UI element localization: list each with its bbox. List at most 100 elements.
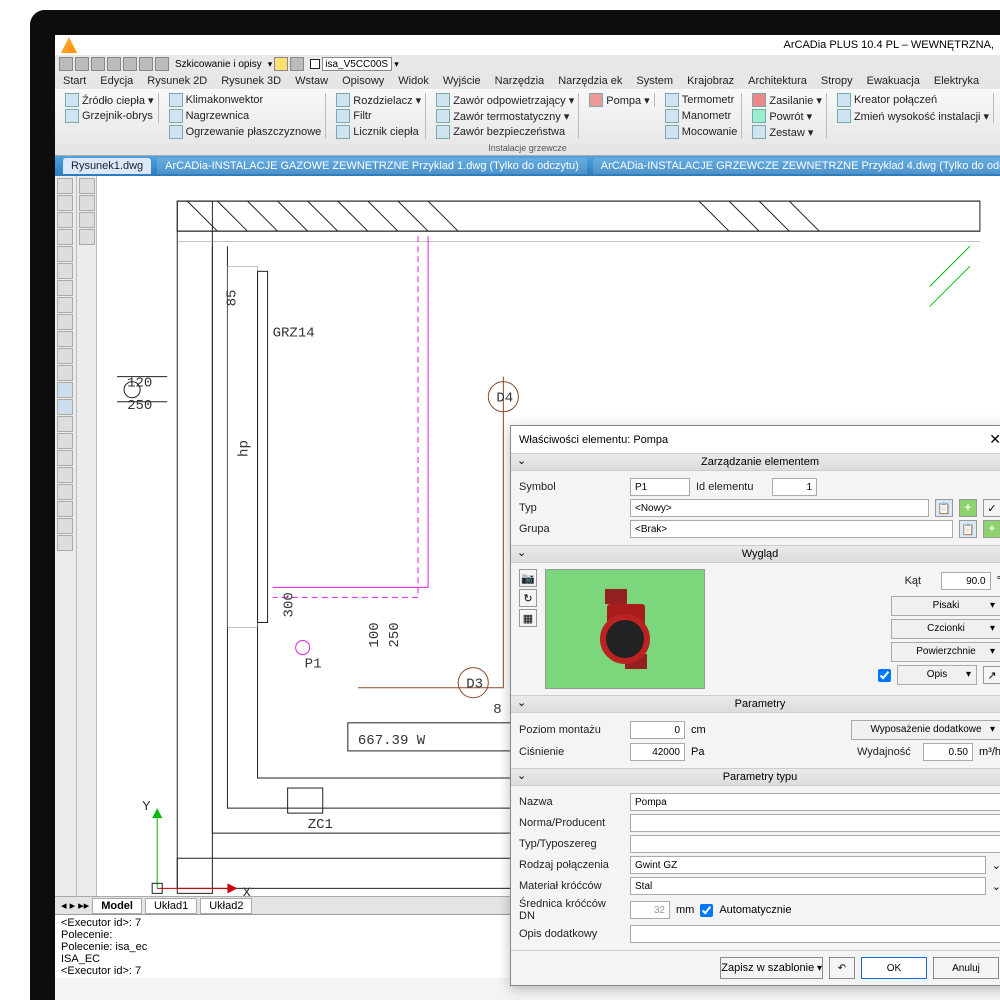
input-symbol[interactable] xyxy=(630,478,690,496)
tool2-c-icon[interactable] xyxy=(79,212,95,228)
view-tab-layout1[interactable]: Układ1 xyxy=(145,898,197,914)
menu-arch[interactable]: Architektura xyxy=(748,75,807,87)
typ-check-icon[interactable]: ✓ xyxy=(983,499,1000,517)
menu-annotate[interactable]: Opisowy xyxy=(342,75,384,87)
tool-polyline-icon[interactable] xyxy=(57,263,73,279)
tool-redo-icon[interactable] xyxy=(57,518,73,534)
dialog-close-icon[interactable]: ✕ xyxy=(989,431,1000,448)
tool-text-a-icon[interactable] xyxy=(57,382,73,398)
input-norma[interactable] xyxy=(630,814,1000,832)
dropdown-wyposazenie[interactable]: Wyposażenie dodatkowe xyxy=(851,720,1000,740)
qa-sketch-dropdown[interactable]: Szkicowanie i opisy xyxy=(175,59,262,70)
input-typ[interactable] xyxy=(630,499,929,517)
menu-draw2d[interactable]: Rysunek 2D xyxy=(147,75,207,87)
menu-system[interactable]: System xyxy=(636,75,673,87)
qa-open-icon[interactable] xyxy=(75,57,89,71)
tool-hatch-icon[interactable] xyxy=(57,314,73,330)
select-material[interactable] xyxy=(630,877,986,895)
tool-circle-icon[interactable] xyxy=(57,229,73,245)
ribbon-change-height[interactable]: Zmień wysokość instalacji ▾ xyxy=(837,109,989,123)
opis-ext-icon[interactable]: ↗ xyxy=(983,666,1000,684)
tool-pan-icon[interactable] xyxy=(57,433,73,449)
tool-ellipse-icon[interactable] xyxy=(57,297,73,313)
ribbon-set[interactable]: Zestaw ▾ xyxy=(752,125,822,139)
tool-pointer-icon[interactable] xyxy=(57,178,73,194)
menu-elec[interactable]: Elektryka xyxy=(934,75,979,87)
qa-file-field[interactable] xyxy=(322,57,392,71)
typ-save-icon[interactable]: 📋 xyxy=(935,499,953,517)
ribbon-fancoil[interactable]: Klimakonwektor xyxy=(169,93,322,107)
qa-split1-icon[interactable] xyxy=(139,57,153,71)
preview-cam-icon[interactable]: 📷 xyxy=(519,569,537,587)
tool-undo-icon[interactable] xyxy=(57,501,73,517)
menu-draw3d[interactable]: Rysunek 3D xyxy=(221,75,281,87)
qa-redo-icon[interactable] xyxy=(123,57,137,71)
dropdown-pisaki[interactable]: Pisaki xyxy=(891,596,1000,616)
cancel-button[interactable]: Anuluj xyxy=(933,957,999,979)
view-nav-arrows[interactable]: ◂ ▸ ▸▸ xyxy=(61,899,89,912)
typ-add-icon[interactable]: + xyxy=(959,499,977,517)
checkbox-opis[interactable] xyxy=(878,669,891,682)
tool-zoom-icon[interactable] xyxy=(57,450,73,466)
view-tab-layout2[interactable]: Układ2 xyxy=(200,898,252,914)
menu-tools[interactable]: Narzędzia xyxy=(495,75,545,87)
select-rodzaj[interactable] xyxy=(630,856,986,874)
menu-view[interactable]: Widok xyxy=(398,75,429,87)
input-srednica[interactable] xyxy=(630,901,670,919)
qa-new-icon[interactable] xyxy=(59,57,73,71)
input-nazwa[interactable] xyxy=(630,793,1000,811)
tool-explode-icon[interactable] xyxy=(57,365,73,381)
input-poziom[interactable] xyxy=(630,721,685,739)
qa-bulb-icon[interactable] xyxy=(274,57,288,71)
tool-layer-icon[interactable] xyxy=(57,484,73,500)
ribbon-safety-valve[interactable]: Zawór bezpieczeństwa xyxy=(436,125,574,139)
view-tab-model[interactable]: Model xyxy=(92,898,142,914)
ribbon-mounting[interactable]: Mocowanie xyxy=(665,125,738,139)
ribbon-vent-valve[interactable]: Zawór odpowietrzający ▾ xyxy=(436,93,574,107)
dropdown-czcionki[interactable]: Czcionki xyxy=(891,619,1000,639)
tool-dim-icon[interactable] xyxy=(57,416,73,432)
menu-insert[interactable]: Wstaw xyxy=(295,75,328,87)
tool-misc-icon[interactable] xyxy=(57,535,73,551)
ribbon-manifold[interactable]: Rozdzielacz ▾ xyxy=(336,93,421,107)
tool2-a-icon[interactable] xyxy=(79,178,95,194)
input-grupa[interactable] xyxy=(630,520,953,538)
input-kat[interactable] xyxy=(941,572,991,590)
qa-split2-icon[interactable] xyxy=(155,57,169,71)
doc-tab-2[interactable]: ArCADia-INSTALACJE GAZOWE ZEWNETRZNE Prz… xyxy=(157,158,587,174)
chevron-down-icon[interactable]: ⌄ xyxy=(992,859,1000,872)
dropdown-opis[interactable]: Opis xyxy=(897,665,977,685)
doc-tab-3[interactable]: ArCADia-INSTALACJE GRZEWCZE ZEWNETRZNE P… xyxy=(593,158,1000,174)
tool-orbit-icon[interactable] xyxy=(57,467,73,483)
qa-undo-icon[interactable] xyxy=(107,57,121,71)
menu-landscape[interactable]: Krajobraz xyxy=(687,75,734,87)
input-wydajnosc[interactable] xyxy=(923,743,973,761)
ribbon-thermo-valve[interactable]: Zawór termostatyczny ▾ xyxy=(436,109,574,123)
ribbon-thermometer[interactable]: Termometr xyxy=(665,93,738,107)
ribbon-radiator-outline[interactable]: Grzejnik-obrys xyxy=(65,109,154,123)
ribbon-manometer[interactable]: Manometr xyxy=(665,109,738,123)
tool2-d-icon[interactable] xyxy=(79,229,95,245)
preview-refresh-icon[interactable]: ↻ xyxy=(519,589,537,607)
undo-button[interactable]: ↶ xyxy=(829,957,855,979)
grupa-add-icon[interactable]: + xyxy=(983,520,1000,538)
ribbon-return[interactable]: Powrót ▾ xyxy=(752,109,822,123)
ribbon-filter[interactable]: Filtr xyxy=(336,109,421,123)
tool-spline-icon[interactable] xyxy=(57,280,73,296)
input-opis-dod[interactable] xyxy=(630,925,1000,943)
chevron-down-icon[interactable]: ⌄ xyxy=(992,880,1000,893)
ribbon-supply[interactable]: Zasilanie ▾ xyxy=(752,93,822,107)
tool-scale-icon[interactable] xyxy=(57,331,73,347)
section-element-mgmt[interactable]: ⌄Zarządzanie elementem xyxy=(511,453,1000,471)
preview-3d-icon[interactable]: ▦ xyxy=(519,609,537,627)
tool-rect-icon[interactable] xyxy=(57,246,73,262)
qa-color-swatch[interactable] xyxy=(310,59,320,69)
section-parameters[interactable]: ⌄Parametry xyxy=(511,695,1000,713)
menu-evac[interactable]: Ewakuacja xyxy=(867,75,920,87)
tool-text-aa-icon[interactable] xyxy=(57,399,73,415)
section-appearance[interactable]: ⌄Wygląd xyxy=(511,545,1000,563)
menu-start[interactable]: Start xyxy=(63,75,86,87)
checkbox-auto[interactable] xyxy=(700,904,713,917)
input-cisnienie[interactable] xyxy=(630,743,685,761)
ribbon-surface-heating[interactable]: Ogrzewanie płaszczyznowe xyxy=(169,125,322,139)
